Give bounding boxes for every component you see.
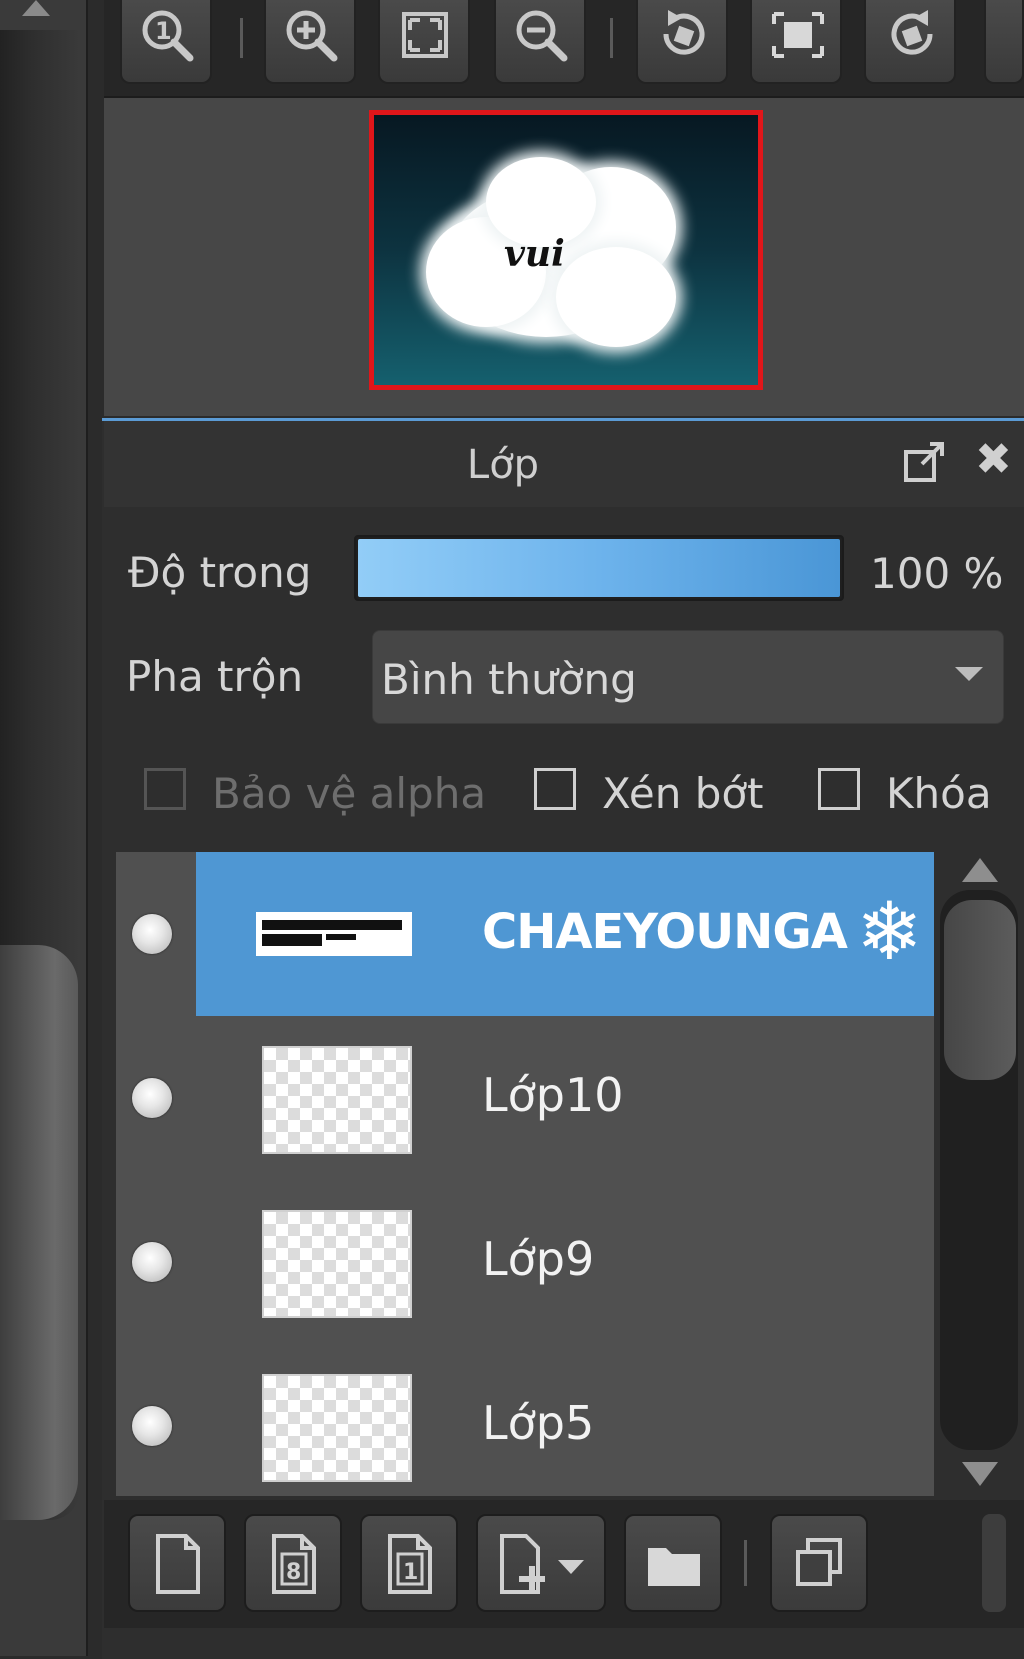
layer-name: CHAEYOUNGA	[482, 904, 848, 960]
rotate-right-icon	[891, 10, 933, 55]
snowflake-icon: ❄	[856, 885, 924, 978]
rotate-right-button[interactable]	[864, 0, 956, 84]
duplicate-layer-icon	[796, 1538, 842, 1586]
zoom-in-icon	[286, 10, 338, 62]
close-icon[interactable]: ✖	[975, 438, 1012, 482]
layer-thumbnail	[262, 1374, 412, 1482]
zoom-out-icon	[516, 10, 568, 62]
opacity-slider[interactable]	[354, 535, 844, 601]
visibility-toggle-icon[interactable]	[132, 1078, 172, 1118]
layer-row[interactable]: CHAEYOUNGA ❄	[116, 852, 934, 1020]
blend-mode-label: Pha trộn	[126, 652, 304, 701]
layer-name: Lớp5	[482, 1396, 595, 1450]
visibility-toggle-icon[interactable]	[132, 1406, 172, 1446]
visibility-toggle-icon[interactable]	[132, 914, 172, 954]
layer-thumbnail	[262, 1046, 412, 1154]
rail-scroll-up-arrow-icon[interactable]	[22, 0, 50, 16]
new-1bit-layer-icon: 1	[388, 1534, 432, 1594]
list-scroll-down-arrow-icon[interactable]	[962, 1462, 998, 1486]
layer-name: Lớp10	[482, 1068, 624, 1122]
zoom-out-button[interactable]	[494, 0, 586, 84]
rotate-left-icon	[663, 10, 705, 55]
layer-row[interactable]: Lớp9	[116, 1180, 934, 1348]
visibility-toggle-icon[interactable]	[132, 1242, 172, 1282]
zoom-actual-size-icon: 1	[142, 10, 194, 62]
rail-scrollbar-thumb[interactable]	[0, 945, 78, 1520]
blend-mode-select[interactable]: Bình thường	[372, 630, 1004, 724]
toolbar-separator	[610, 18, 613, 58]
opacity-value: 100 %	[870, 549, 1004, 598]
navigator-canvas-preview: vui	[426, 157, 688, 357]
chevron-down-icon	[955, 667, 983, 681]
reset-rotation-button[interactable]	[750, 0, 842, 84]
new-color-layer-button[interactable]	[128, 1514, 226, 1612]
layer-row[interactable]: Lớp5	[116, 1344, 934, 1496]
lock-checkbox[interactable]	[818, 768, 860, 810]
blend-mode-value: Bình thường	[381, 655, 637, 704]
layer-thumbnail	[256, 912, 412, 956]
svg-text:8: 8	[286, 1560, 301, 1585]
protect-alpha-checkbox[interactable]	[144, 768, 186, 810]
layer-name: Lớp9	[482, 1232, 595, 1286]
visibility-column	[116, 852, 196, 1016]
layer-list-scrollbar-thumb[interactable]	[944, 900, 1016, 1080]
clipping-label: Xén bớt	[602, 769, 764, 818]
navigator-preview-text: vui	[504, 233, 565, 275]
toolbar-separator	[744, 1540, 747, 1586]
zoom-actual-size-button[interactable]: 1	[120, 0, 212, 84]
add-layer-menu-icon	[500, 1534, 584, 1594]
new-8bit-layer-button[interactable]: 8	[244, 1514, 342, 1612]
clipping-checkbox[interactable]	[534, 768, 576, 810]
list-scroll-up-arrow-icon[interactable]	[962, 858, 998, 882]
panel-title: Lớp	[466, 442, 540, 488]
zoom-in-button[interactable]	[264, 0, 356, 84]
new-folder-icon	[648, 1548, 700, 1586]
opacity-slider-fill	[358, 539, 840, 597]
new-8bit-layer-icon: 8	[272, 1534, 316, 1594]
svg-text:1: 1	[403, 1560, 418, 1585]
layer-thumbnail	[262, 1210, 412, 1318]
visibility-column	[116, 1344, 196, 1496]
lock-label: Khóa	[886, 769, 992, 818]
duplicate-layer-button[interactable]	[770, 1514, 868, 1612]
fit-to-screen-button[interactable]	[378, 0, 470, 84]
popout-icon[interactable]	[902, 440, 948, 490]
svg-text:1: 1	[155, 17, 172, 45]
opacity-label: Độ trong	[128, 548, 312, 597]
toolbar-separator	[240, 18, 243, 58]
navigator-view-frame[interactable]: vui	[369, 110, 763, 390]
visibility-column	[116, 1180, 196, 1344]
layer-row[interactable]: Lớp10	[116, 1016, 934, 1184]
rotate-left-button[interactable]	[636, 0, 728, 84]
protect-alpha-label: Bảo vệ alpha	[212, 769, 487, 818]
visibility-column	[116, 1016, 196, 1180]
new-folder-button[interactable]	[624, 1514, 722, 1612]
toolbar-grip[interactable]	[982, 1514, 1006, 1612]
new-1bit-layer-button[interactable]: 1	[360, 1514, 458, 1612]
toolbar-overflow-button[interactable]	[984, 0, 1024, 84]
new-color-layer-icon	[156, 1534, 200, 1594]
fit-to-screen-icon	[402, 12, 448, 58]
layer-list: CHAEYOUNGA ❄ Lớp10 Lớp9 Lớp5	[116, 852, 934, 1496]
add-layer-menu-button[interactable]	[476, 1514, 606, 1612]
reset-rotation-icon	[772, 12, 824, 58]
